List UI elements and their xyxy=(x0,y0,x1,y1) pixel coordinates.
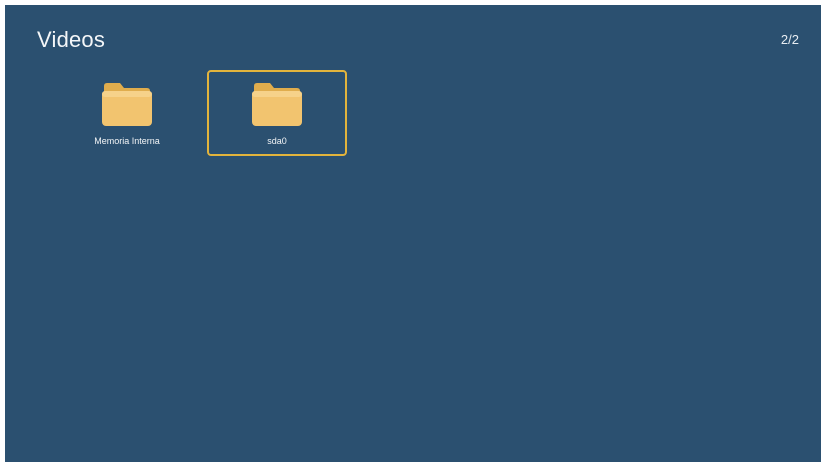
folder-grid: Memoria Interna sda0 xyxy=(57,70,347,156)
folder-item-memoria-interna[interactable]: Memoria Interna xyxy=(57,70,197,156)
page-indicator: 2/2 xyxy=(780,32,799,47)
folder-item-sda0[interactable]: sda0 xyxy=(207,70,347,156)
folder-icon xyxy=(252,83,302,126)
folder-label: Memoria Interna xyxy=(94,136,160,146)
folder-icon xyxy=(102,83,152,126)
media-browser-screen: Videos 2/2 Memoria Interna sda0 xyxy=(5,5,821,462)
page-title: Videos xyxy=(37,27,106,52)
folder-label: sda0 xyxy=(267,136,287,146)
